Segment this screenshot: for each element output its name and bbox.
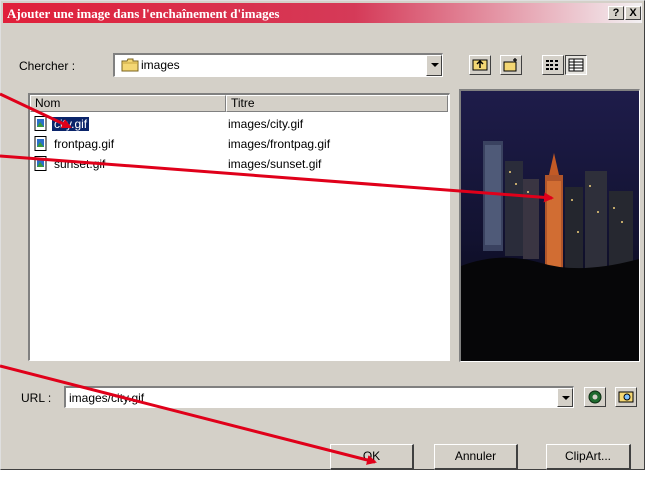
folder-combo[interactable]: images: [113, 53, 443, 77]
new-folder-icon: [503, 58, 517, 72]
ok-button[interactable]: OK: [330, 444, 414, 470]
url-value: images/city.gif: [69, 391, 145, 405]
file-name: sunset.gif: [54, 157, 106, 171]
image-preview: [459, 89, 640, 362]
dialog-title: Ajouter une image dans l'enchaînement d'…: [7, 6, 280, 21]
list-view-icon: [546, 60, 558, 70]
browse-file-button[interactable]: [615, 387, 637, 407]
details-view-button[interactable]: [565, 55, 587, 75]
file-row-city[interactable]: city.gif images/city.gif: [32, 115, 442, 133]
gif-file-icon: [34, 136, 47, 151]
column-header-title[interactable]: Titre: [226, 95, 448, 112]
folder-icon: [121, 58, 139, 72]
up-folder-icon: [472, 59, 488, 71]
file-title: images/sunset.gif: [228, 157, 322, 171]
gif-file-icon: [34, 156, 47, 171]
title-bar: Ajouter une image dans l'enchaînement d'…: [3, 3, 642, 23]
new-folder-button[interactable]: [500, 55, 522, 75]
up-folder-button[interactable]: [469, 55, 491, 75]
add-image-dialog: Ajouter une image dans l'enchaînement d'…: [0, 0, 645, 470]
folder-dropdown-arrow[interactable]: [426, 55, 442, 76]
city-preview-image: [461, 91, 639, 361]
search-label: Chercher :: [19, 59, 76, 73]
details-view-icon: [568, 58, 584, 72]
file-row-frontpag[interactable]: frontpag.gif images/frontpag.gif: [32, 135, 442, 153]
browse-web-button[interactable]: [584, 387, 606, 407]
url-field[interactable]: images/city.gif: [64, 386, 574, 408]
browse-web-icon: [588, 390, 602, 404]
file-title: images/frontpag.gif: [228, 137, 331, 151]
gif-file-icon: [34, 116, 47, 131]
close-button[interactable]: X: [625, 6, 641, 20]
help-button[interactable]: ?: [608, 6, 624, 20]
file-title: images/city.gif: [228, 117, 304, 131]
file-list[interactable]: Nom Titre city.gif images/city.gif front…: [28, 93, 450, 361]
list-view-button[interactable]: [542, 55, 564, 75]
cancel-button[interactable]: Annuler: [434, 444, 518, 470]
file-name: city.gif: [52, 117, 90, 131]
column-header-name[interactable]: Nom: [30, 95, 226, 112]
file-row-sunset[interactable]: sunset.gif images/sunset.gif: [32, 155, 442, 173]
clipart-button[interactable]: ClipArt...: [546, 444, 631, 470]
url-label: URL :: [21, 391, 52, 405]
file-name: frontpag.gif: [54, 137, 115, 151]
browse-file-icon: [618, 391, 634, 403]
url-dropdown-arrow[interactable]: [557, 388, 573, 407]
folder-value: images: [141, 58, 180, 72]
